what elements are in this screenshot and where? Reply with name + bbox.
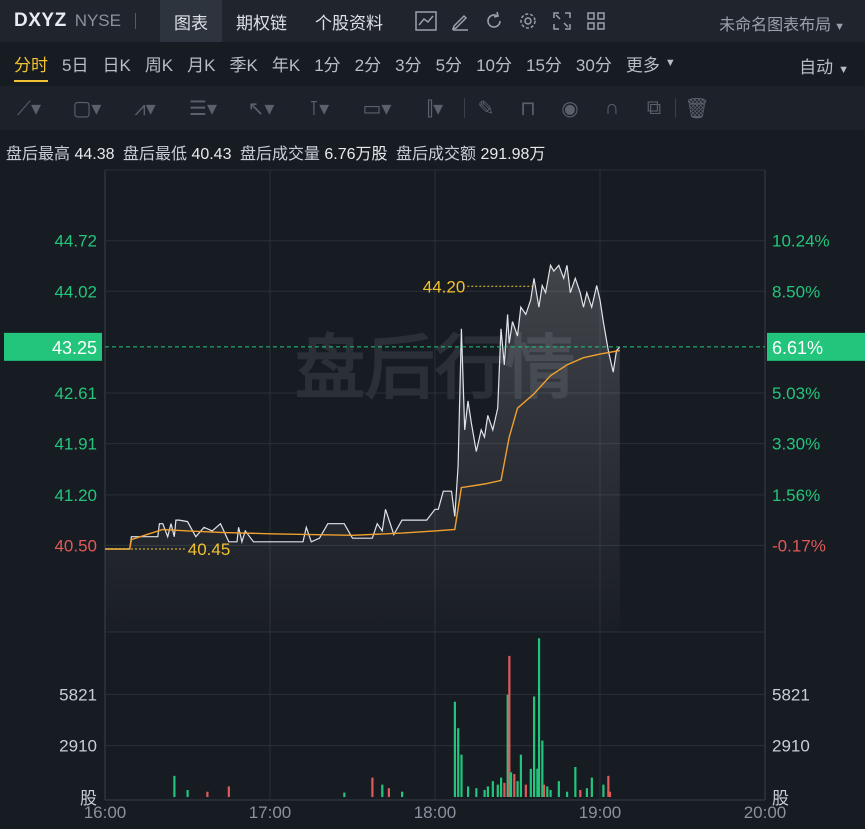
volume-bar	[557, 781, 560, 797]
volume-bar	[509, 772, 513, 797]
volume-bar	[371, 777, 374, 797]
price-tick-label: 44.02	[54, 282, 97, 301]
volume-bar	[590, 777, 593, 797]
volume-tick-label: 5821	[772, 685, 810, 704]
volume-bar	[503, 782, 506, 797]
price-tick-label: 41.91	[54, 435, 97, 454]
volume-bar	[483, 789, 486, 797]
volume-unit-label: 股	[772, 789, 789, 809]
volume-bar	[491, 781, 494, 797]
volume-bar	[579, 789, 582, 797]
volume-bar	[602, 784, 605, 797]
price-tick-label: 44.72	[54, 232, 97, 251]
time-tick-label: 18:00	[414, 803, 457, 822]
volume-bar	[537, 638, 541, 797]
volume-bar	[467, 786, 470, 797]
low-marker-label: 40.45	[188, 540, 231, 559]
high-marker-label: 44.20	[423, 277, 466, 296]
volume-bar	[524, 784, 527, 797]
volume-tick-label: 2910	[772, 737, 810, 756]
volume-bar	[496, 784, 499, 797]
volume-bar	[529, 768, 532, 797]
volume-bar	[460, 754, 463, 797]
volume-bar	[516, 781, 519, 797]
volume-bar	[186, 789, 189, 797]
percent-tick-label: 1.56%	[772, 486, 820, 505]
price-area	[105, 265, 620, 632]
price-tick-label: 41.20	[54, 486, 97, 505]
percent-tick-label: 8.50%	[772, 282, 820, 301]
volume-bar	[533, 696, 536, 797]
volume-bar	[566, 791, 569, 797]
price-tick-label: 42.61	[54, 384, 97, 403]
time-tick-label: 17:00	[249, 803, 292, 822]
volume-bar	[381, 784, 384, 797]
price-chart[interactable]: 盘后行情 16:00 17:00 18:00 19:00 20:0044.72 10.24…	[0, 0, 865, 829]
volume-bar	[608, 791, 612, 797]
volume-bar	[574, 767, 577, 797]
volume-unit-label: 股	[80, 789, 97, 809]
percent-tick-label: 3.30%	[772, 435, 820, 454]
volume-bar	[519, 754, 522, 797]
volume-bar	[486, 786, 489, 797]
volume-bar	[401, 791, 404, 797]
volume-bar	[206, 791, 209, 797]
volume-tick-label: 5821	[59, 685, 97, 704]
volume-bar	[549, 789, 552, 797]
volume-bar	[453, 701, 456, 797]
percent-tick-label: -0.17%	[772, 536, 826, 555]
volume-bar	[343, 792, 346, 797]
volume-bar	[227, 786, 230, 797]
volume-bar	[546, 786, 549, 797]
price-tick-label: 40.50	[54, 536, 97, 555]
volume-bar	[500, 777, 503, 797]
time-tick-label: 19:00	[579, 803, 622, 822]
volume-bar	[542, 784, 546, 797]
volume-bar	[387, 788, 390, 797]
chart-grid	[104, 169, 766, 801]
current-price-value: 43.25	[52, 338, 97, 358]
volume-tick-label: 2910	[59, 737, 97, 756]
percent-tick-label: 5.03%	[772, 384, 820, 403]
percent-tick-label: 10.24%	[772, 232, 830, 251]
volume-bar	[585, 788, 588, 797]
volume-bar	[475, 788, 478, 797]
volume-bar	[513, 774, 516, 797]
volume-bar	[457, 728, 460, 797]
volume-bar	[173, 775, 176, 797]
current-pct-value: 6.61%	[772, 338, 823, 358]
volume-bars	[173, 638, 612, 797]
